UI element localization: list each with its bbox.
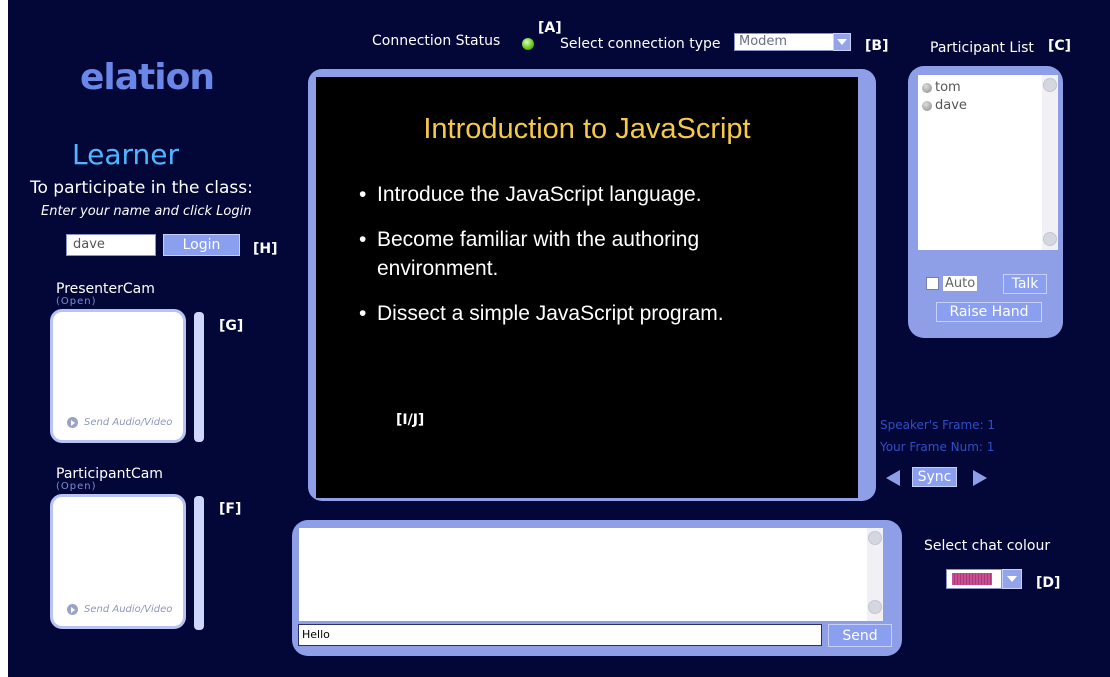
tag-e: [E] [583, 570, 606, 586]
tag-f: [F] [219, 501, 242, 517]
auto-label: Auto [943, 276, 977, 291]
participant-status-icon [922, 82, 932, 93]
slide-bullet-text: Introduce the JavaScript language. [377, 183, 702, 206]
bullet-dot: • [359, 228, 367, 251]
chat-scrollbar[interactable] [867, 528, 883, 621]
tag-b: [B] [865, 38, 889, 54]
connection-type-label: Select connection type [560, 36, 721, 52]
sync-button[interactable]: Sync [912, 467, 957, 487]
login-instruction-sub: Enter your name and click Login [41, 204, 252, 219]
participant-list-title: Participant List [930, 40, 1034, 56]
login-instruction: To participate in the class: [30, 178, 253, 198]
slide-title: Introduction to JavaScript [423, 113, 751, 145]
bullet-dot: • [359, 183, 367, 206]
arrow-right-circle-icon [67, 417, 78, 428]
scroll-up-icon[interactable] [1043, 78, 1057, 92]
chat-colour-swatch [952, 573, 992, 585]
auto-checkbox[interactable] [926, 277, 939, 290]
presenter-audio-meter [194, 312, 204, 442]
chat-colour-dropdown-arrow[interactable] [1002, 569, 1022, 589]
your-frame-label: Your Frame Num: 1 [880, 440, 995, 454]
role-title: Learner [72, 138, 179, 171]
chevron-down-icon [1007, 576, 1017, 582]
name-input[interactable]: dave [66, 234, 156, 256]
tag-g: [G] [219, 318, 244, 334]
tag-d: [D] [1036, 575, 1061, 591]
chat-history: [E] [299, 528, 883, 621]
tag-i-j: [I/J] [396, 412, 425, 428]
scroll-up-icon[interactable] [868, 531, 882, 545]
slide-bullet-text: Become familiar with the authoring [377, 228, 700, 251]
raise-hand-button[interactable]: Raise Hand [936, 302, 1042, 322]
presenter-send-audio-video[interactable]: Send Audio/Video [67, 417, 172, 428]
scroll-down-icon[interactable] [868, 600, 882, 614]
arrow-right-circle-icon [67, 604, 78, 615]
send-button[interactable]: Send [828, 624, 892, 647]
participant-cam-open-link[interactable]: (Open) [56, 481, 97, 492]
connection-type-select[interactable]: Modem [734, 33, 834, 51]
chat-colour-label: Select chat colour [924, 538, 1051, 554]
tag-c: [C] [1048, 38, 1072, 54]
login-button[interactable]: Login [163, 234, 240, 256]
chat-input[interactable]: Hello [298, 624, 822, 646]
connection-status-label: Connection Status [372, 33, 501, 49]
slide-bullet-2: • Become familiar with the authoring envi… [359, 225, 700, 283]
send-audio-video-label: Send Audio/Video [84, 417, 173, 428]
slide-viewer: Introduction to JavaScript • Introduce th… [316, 77, 858, 498]
presenter-cam-title: PresenterCam [56, 281, 155, 297]
slide-bullet-text-continued: environment. [377, 257, 499, 280]
participant-send-audio-video[interactable]: Send Audio/Video [67, 604, 172, 615]
next-frame-arrow-icon[interactable] [973, 470, 987, 486]
elation-logo: elation [80, 57, 215, 98]
bullet-dot: • [359, 302, 367, 325]
connection-type-dropdown-arrow[interactable] [833, 33, 851, 51]
slide-bullet-3: • Dissect a simple JavaScript program. [359, 299, 724, 328]
slide-bullet-text: Dissect a simple JavaScript program. [377, 302, 724, 325]
chevron-down-icon [837, 39, 847, 45]
presenter-cam-open-link[interactable]: (Open) [56, 296, 97, 307]
talk-button[interactable]: Talk [1003, 274, 1047, 294]
participant-cam-title: ParticipantCam [56, 466, 163, 482]
tag-a: [A] [538, 20, 562, 36]
presenter-cam-video: Send Audio/Video [50, 309, 186, 443]
previous-frame-arrow-icon[interactable] [886, 470, 900, 486]
elation-app-window: Connection Status [A] Select connection … [8, 0, 1110, 677]
participant-item[interactable]: dave [922, 98, 967, 113]
send-audio-video-label: Send Audio/Video [84, 604, 173, 615]
participant-audio-meter [194, 496, 204, 630]
participant-name: dave [935, 98, 967, 113]
speaker-frame-label: Speaker's Frame: 1 [880, 418, 996, 432]
slide-bullet-1: • Introduce the JavaScript language. [359, 180, 702, 209]
chat-colour-select[interactable] [946, 569, 1002, 589]
scroll-down-icon[interactable] [1043, 232, 1057, 246]
participant-name: tom [935, 80, 961, 95]
tag-h: [H] [253, 241, 278, 257]
participant-list-scrollbar[interactable] [1042, 75, 1058, 250]
participant-cam-video: Send Audio/Video [50, 494, 186, 629]
participant-status-icon [922, 100, 932, 111]
participant-item[interactable]: tom [922, 80, 961, 95]
participant-list: tom dave [918, 75, 1058, 250]
connection-status-indicator [522, 38, 534, 50]
